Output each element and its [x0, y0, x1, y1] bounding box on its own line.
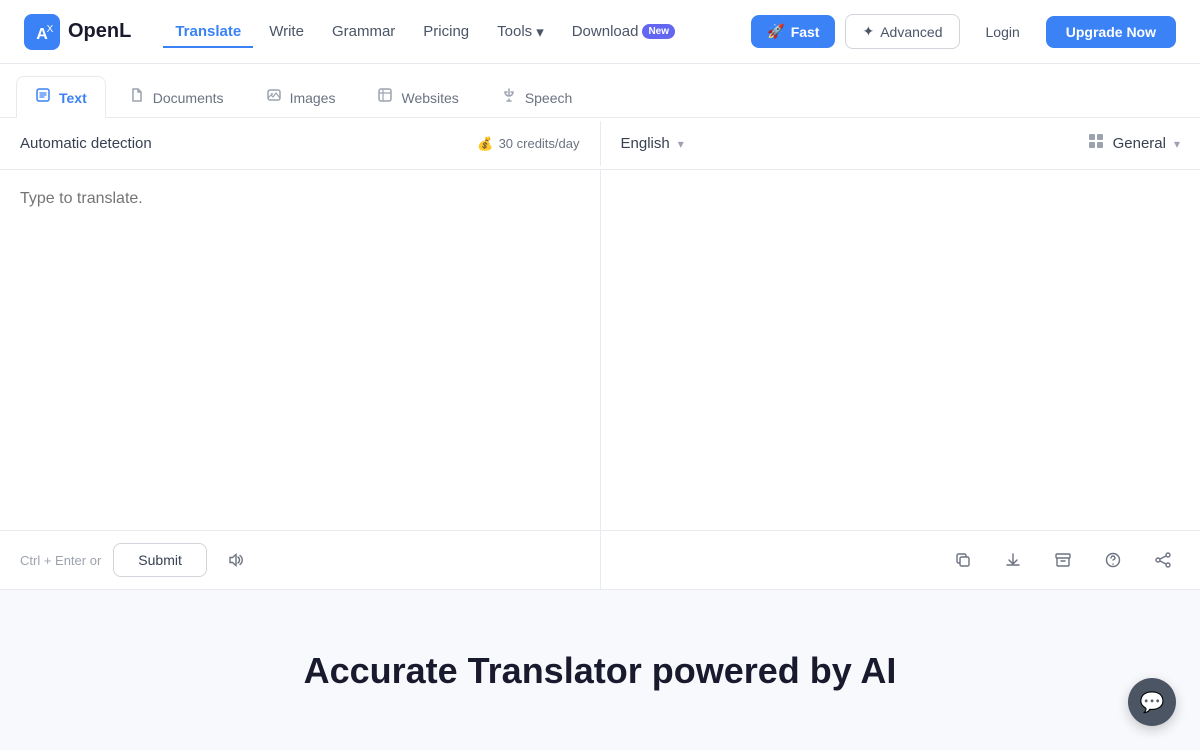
documents-tab-icon — [129, 87, 145, 108]
tab-websites[interactable]: Websites — [358, 76, 477, 118]
style-selector[interactable]: General ▾ — [1087, 132, 1180, 155]
style-chevron-icon: ▾ — [1174, 137, 1180, 151]
nav-links: Translate Write Grammar Pricing Tools ▾ … — [163, 15, 751, 49]
credits-badge: 💰 30 credits/day — [477, 136, 579, 152]
nav-item-write[interactable]: Write — [257, 15, 316, 48]
speaker-icon — [227, 551, 245, 569]
upgrade-button[interactable]: Upgrade Now — [1046, 16, 1176, 48]
websites-tab-icon — [377, 87, 393, 108]
logo-text: OpenL — [68, 20, 131, 43]
source-panel — [0, 170, 601, 530]
source-textarea[interactable] — [0, 170, 600, 510]
tab-speech[interactable]: Speech — [482, 76, 591, 118]
help-icon — [1104, 551, 1122, 569]
translator-footer: Ctrl + Enter or Submit — [0, 530, 1200, 589]
target-header: English ▾ General ▾ — [601, 118, 1200, 169]
advanced-button[interactable]: ✦ Advanced — [845, 14, 959, 49]
tools-chevron-icon: ▾ — [536, 23, 544, 41]
chat-bubble[interactable]: 💬 — [1128, 678, 1176, 726]
coin-icon: 💰 — [477, 136, 493, 152]
shortcut-hint: Ctrl + Enter or — [20, 553, 101, 568]
nav-item-tools[interactable]: Tools ▾ — [485, 15, 556, 49]
rocket-icon: 🚀 — [767, 23, 784, 40]
auto-detect-label: Automatic detection — [20, 135, 152, 152]
download-badge: New — [642, 24, 675, 39]
share-button[interactable] — [1146, 543, 1180, 577]
lang-chevron-icon: ▾ — [678, 137, 684, 151]
language-selector[interactable]: English ▾ — [621, 135, 684, 152]
nav-right: 🚀 Fast ✦ Advanced Login Upgrade Now — [751, 14, 1176, 49]
svg-text:X: X — [47, 24, 54, 35]
hero-title: Accurate Translator powered by AI — [24, 650, 1176, 692]
tabs-bar: Text Documents Images Websites Speech — [0, 64, 1200, 118]
copy-icon — [954, 551, 972, 569]
submit-button[interactable]: Submit — [113, 543, 207, 577]
download-icon — [1004, 551, 1022, 569]
nav-item-pricing[interactable]: Pricing — [411, 15, 481, 48]
output-area — [601, 170, 1200, 510]
grid-icon — [1087, 132, 1105, 155]
logo[interactable]: A X OpenL — [24, 14, 131, 50]
download-button[interactable] — [996, 543, 1030, 577]
source-header: Automatic detection 💰 30 credits/day — [0, 121, 601, 166]
speech-tab-icon — [501, 87, 517, 108]
speaker-button[interactable] — [219, 543, 253, 577]
sparkle-icon: ✦ — [862, 23, 874, 40]
chat-icon: 💬 — [1140, 690, 1165, 715]
share-icon — [1154, 551, 1172, 569]
logo-icon: A X — [24, 14, 60, 50]
target-panel — [601, 170, 1200, 530]
hero-section: Accurate Translator powered by AI — [0, 590, 1200, 732]
navbar: A X OpenL Translate Write Grammar Pricin… — [0, 0, 1200, 64]
fast-button[interactable]: 🚀 Fast — [751, 15, 835, 48]
tab-documents[interactable]: Documents — [110, 76, 243, 118]
archive-button[interactable] — [1046, 543, 1080, 577]
tab-images[interactable]: Images — [247, 76, 355, 118]
help-button[interactable] — [1096, 543, 1130, 577]
archive-icon — [1054, 551, 1072, 569]
tab-text[interactable]: Text — [16, 76, 106, 118]
nav-item-translate[interactable]: Translate — [163, 15, 253, 48]
translator-header: Automatic detection 💰 30 credits/day Eng… — [0, 118, 1200, 170]
translator-panels — [0, 170, 1200, 530]
text-tab-icon — [35, 87, 51, 108]
images-tab-icon — [266, 87, 282, 108]
nav-item-grammar[interactable]: Grammar — [320, 15, 407, 48]
target-footer — [601, 531, 1200, 589]
login-button[interactable]: Login — [970, 16, 1036, 48]
nav-item-download[interactable]: Download New — [560, 15, 687, 48]
copy-button[interactable] — [946, 543, 980, 577]
source-footer: Ctrl + Enter or Submit — [0, 531, 601, 589]
translator-container: Automatic detection 💰 30 credits/day Eng… — [0, 118, 1200, 590]
